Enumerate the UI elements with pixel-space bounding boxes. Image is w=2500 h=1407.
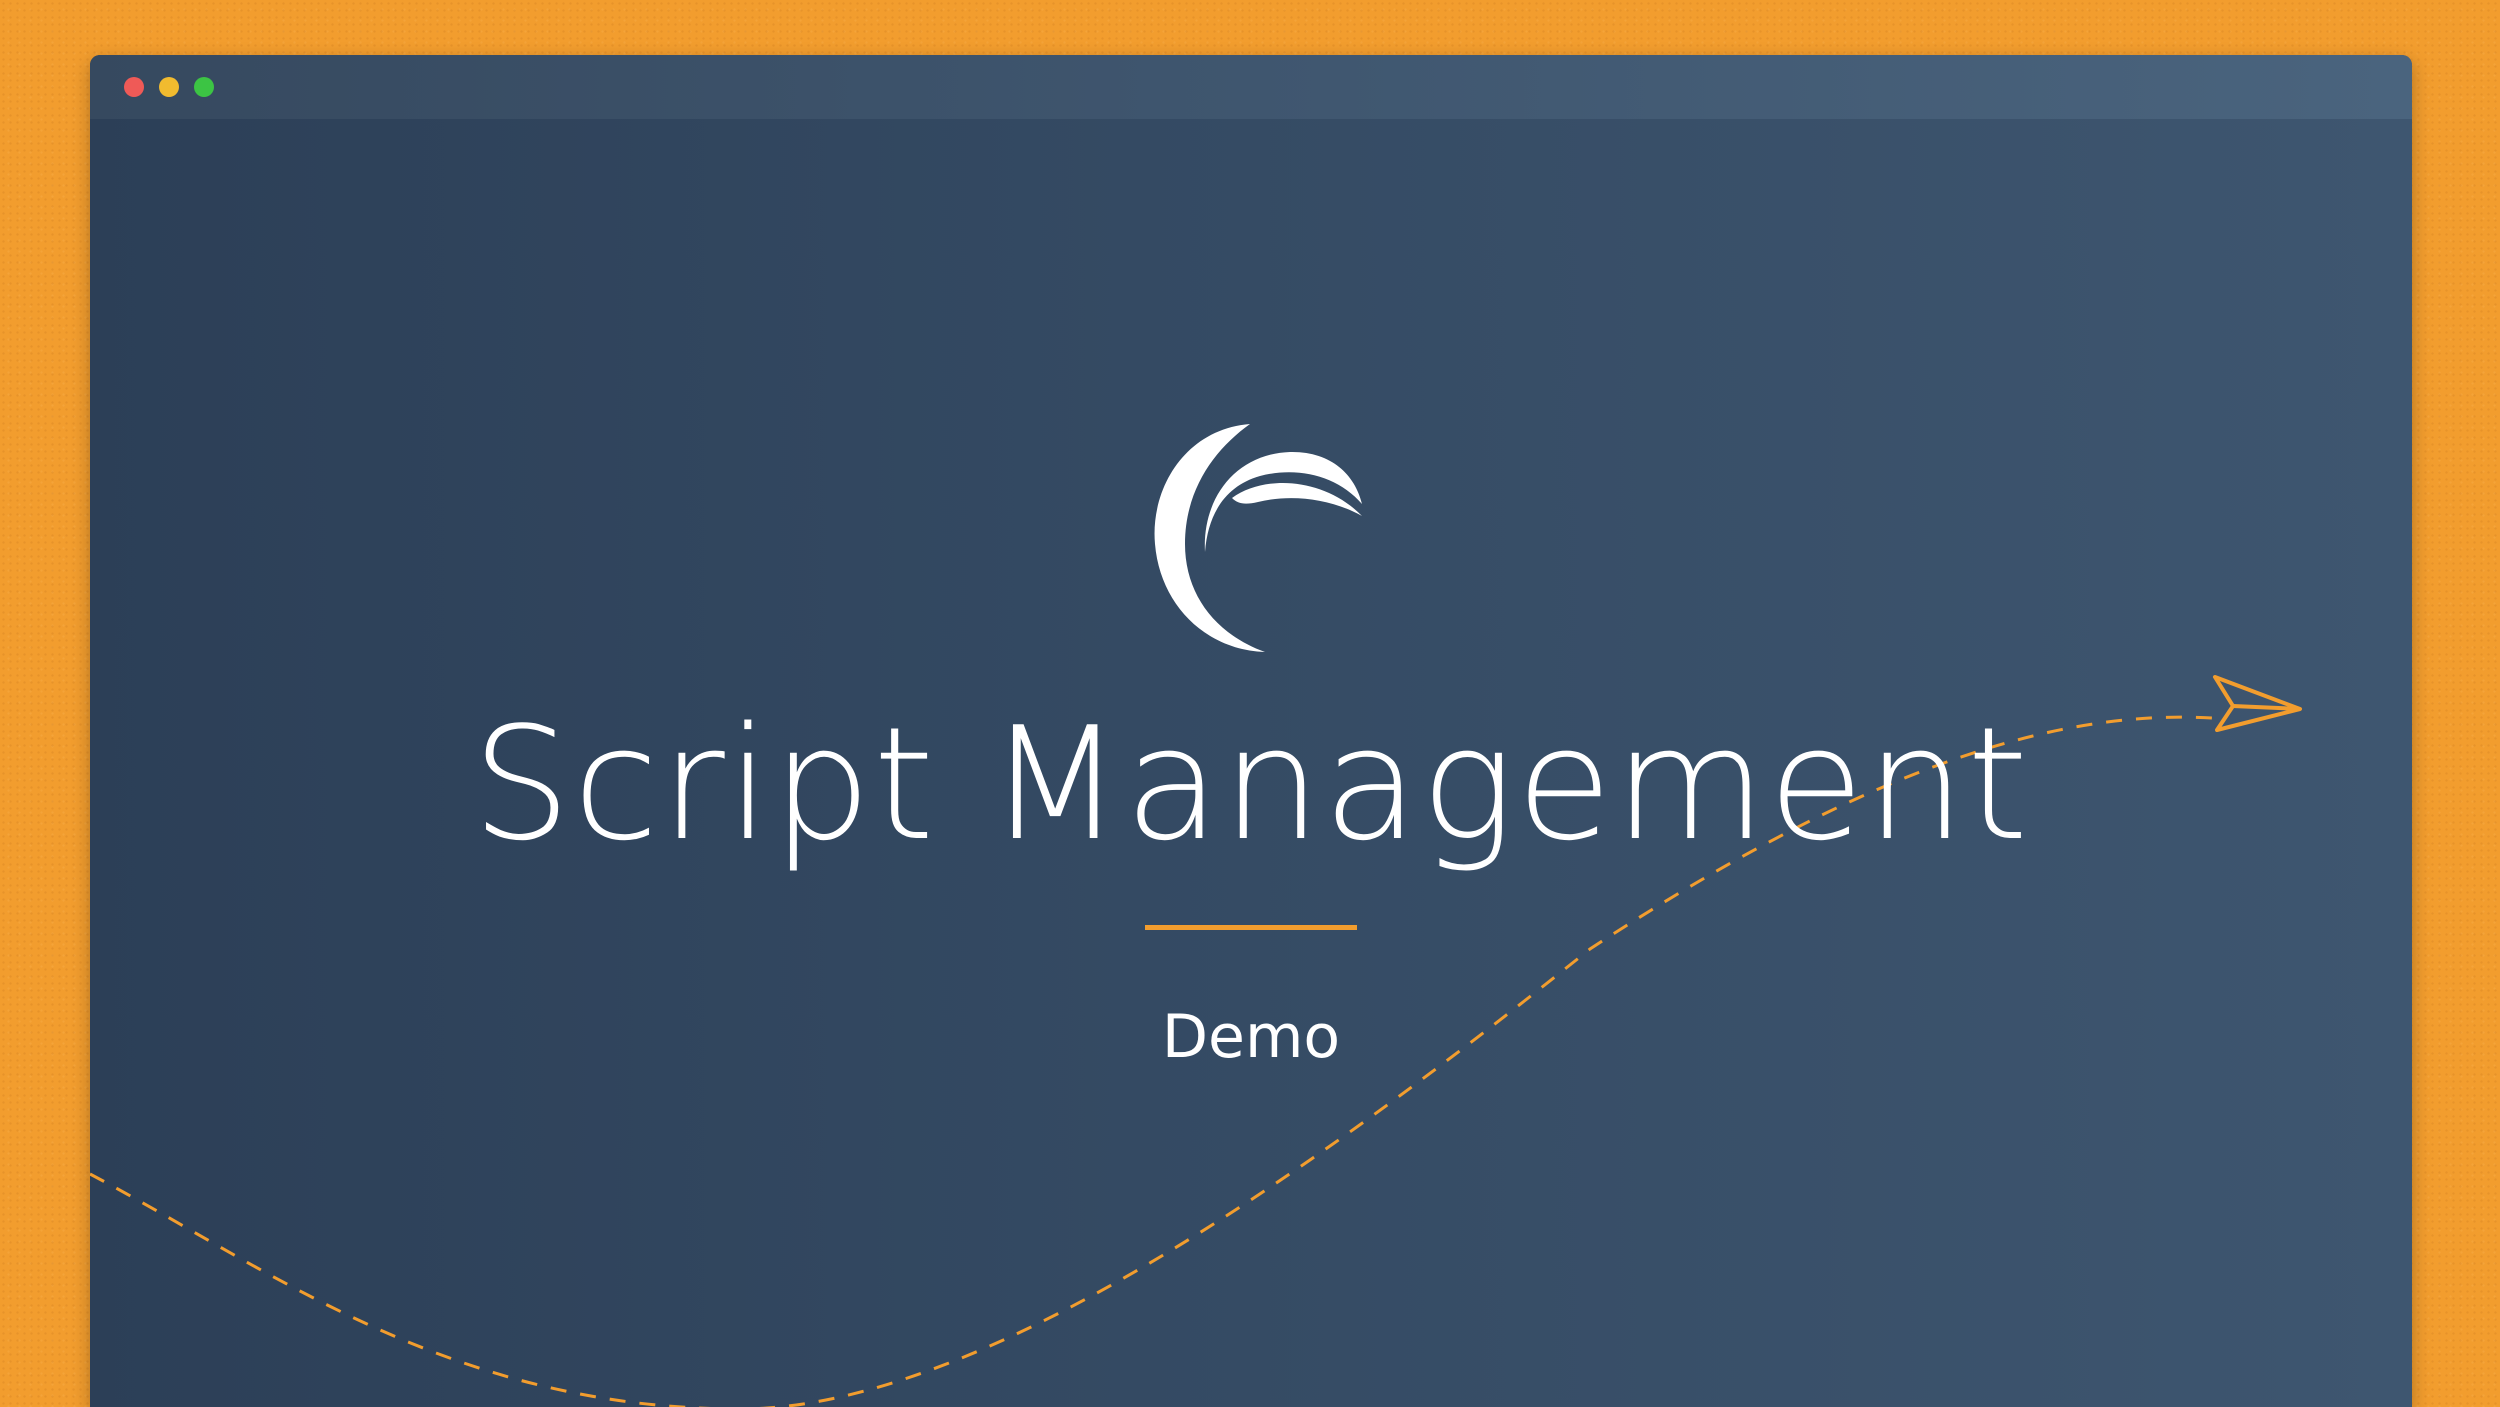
close-window-button[interactable] xyxy=(124,77,144,97)
slide-content: Script Management Demo xyxy=(90,119,2412,1407)
page-subtitle: Demo xyxy=(1161,1002,1341,1072)
page-title: Script Management xyxy=(471,693,2031,875)
title-underline xyxy=(1145,925,1357,930)
crescent-logo-icon xyxy=(1154,424,1362,652)
minimize-window-button[interactable] xyxy=(159,77,179,97)
app-window: Script Management Demo xyxy=(90,55,2412,1407)
window-titlebar xyxy=(90,55,2412,119)
maximize-window-button[interactable] xyxy=(194,77,214,97)
